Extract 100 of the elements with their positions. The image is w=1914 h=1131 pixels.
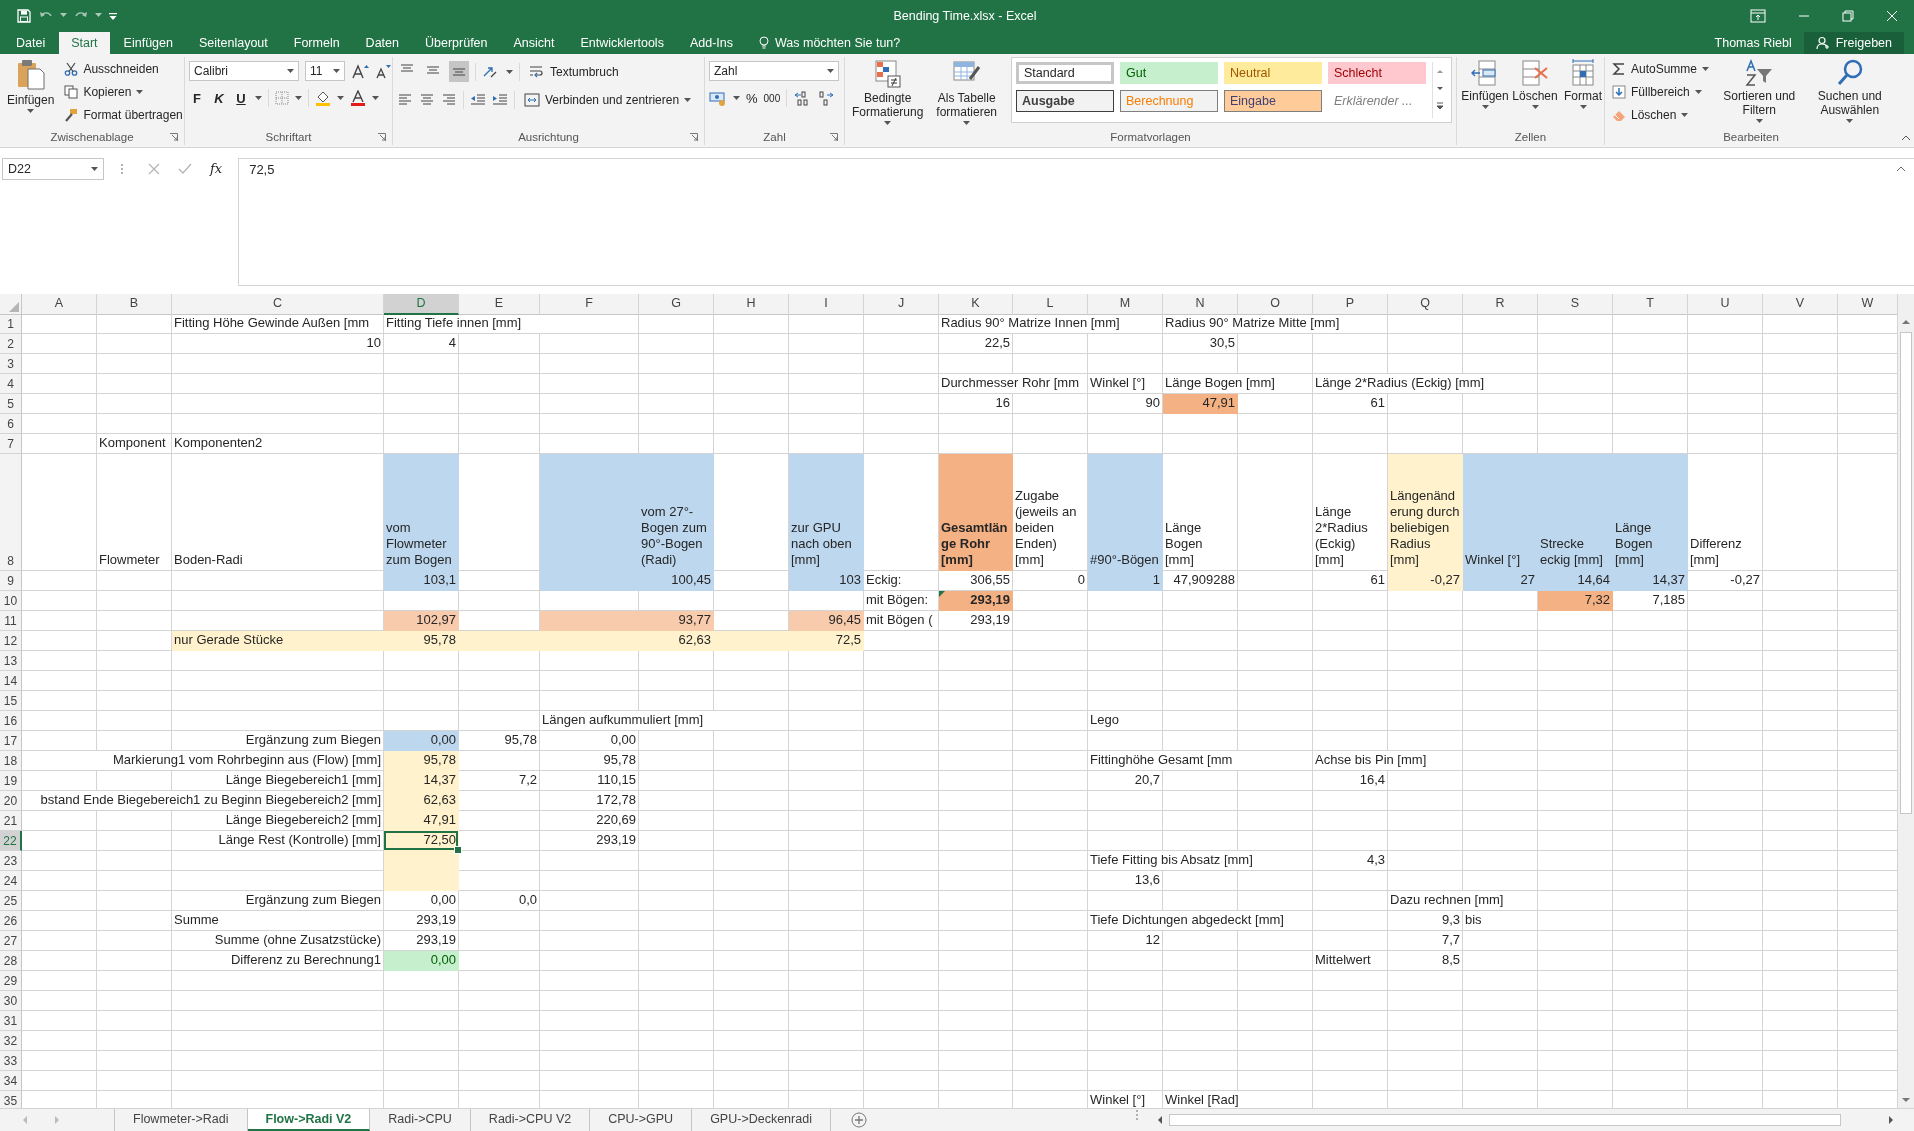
decrease-decimal-icon[interactable] — [817, 90, 836, 106]
sheet-tab[interactable]: Flowmeter->Radi — [115, 1109, 248, 1131]
ribbon-tab[interactable]: Seitenlayout — [186, 32, 280, 54]
row-header[interactable]: 16 — [0, 711, 22, 731]
column-header[interactable]: V — [1763, 294, 1838, 315]
cell[interactable]: Komponenten2 — [172, 434, 384, 454]
cell[interactable]: 7,185 — [1613, 591, 1688, 611]
cell[interactable]: 0,00 — [540, 731, 639, 751]
cell[interactable]: 293,19 — [939, 611, 1013, 631]
column-header[interactable]: F — [540, 294, 639, 315]
cell[interactable]: bis — [1463, 911, 1538, 931]
cell[interactable]: 103 — [789, 571, 864, 591]
name-box[interactable]: D22 — [2, 158, 104, 180]
column-header[interactable]: J — [864, 294, 939, 315]
copy-button[interactable]: Kopieren — [61, 82, 186, 102]
paste-button[interactable]: Einfügen — [4, 57, 58, 115]
cell[interactable]: 293,19 — [384, 911, 459, 931]
cell[interactable]: Winkel [°] — [1463, 454, 1538, 571]
row-header[interactable]: 28 — [0, 951, 22, 971]
percent-button[interactable]: % — [746, 90, 758, 106]
fill-color-icon[interactable] — [315, 90, 331, 106]
row-header[interactable]: 32 — [0, 1031, 22, 1051]
cell-style[interactable]: Gut — [1120, 62, 1218, 84]
error-indicator-icon[interactable] — [939, 591, 945, 597]
row-header[interactable]: 4 — [0, 374, 22, 394]
column-header[interactable]: W — [1838, 294, 1898, 315]
cell[interactable]: 14,37 — [384, 771, 459, 791]
row-header[interactable]: 6 — [0, 414, 22, 434]
fill-handle[interactable] — [454, 846, 462, 854]
cell[interactable]: Dazu rechnen [mm] — [1388, 891, 1538, 911]
column-header[interactable]: I — [789, 294, 864, 315]
caret-icon[interactable] — [95, 13, 102, 18]
restore-icon[interactable] — [1842, 9, 1854, 22]
cell[interactable]: Summe (ohne Zusatzstücke) — [172, 931, 384, 951]
ribbon-tab[interactable]: Daten — [353, 32, 411, 54]
cell[interactable]: Winkel [°] — [1088, 374, 1163, 394]
close-icon[interactable] — [1886, 9, 1898, 22]
cell[interactable]: 13,6 — [1088, 871, 1163, 891]
ribbon-tab[interactable]: Datei — [4, 32, 58, 54]
add-sheet-icon[interactable] — [850, 1112, 867, 1128]
cell[interactable]: 10 — [172, 334, 384, 354]
cell[interactable]: 16,4 — [1313, 771, 1388, 791]
column-header[interactable]: S — [1538, 294, 1613, 315]
user-name[interactable]: Thomas Riebl — [1714, 32, 1804, 54]
cell[interactable]: 0,00 — [384, 891, 459, 911]
row-header[interactable]: 27 — [0, 931, 22, 951]
cell[interactable]: 220,69 — [540, 811, 639, 831]
caret-icon[interactable] — [506, 69, 513, 74]
cell[interactable]: Längen aufkummuliert [mm] — [540, 711, 789, 731]
row-header[interactable]: 11 — [0, 611, 22, 631]
row-header[interactable]: 2 — [0, 334, 22, 354]
cell[interactable]: 172,78 — [540, 791, 639, 811]
row-header[interactable]: 10 — [0, 591, 22, 611]
row-header[interactable]: 1 — [0, 314, 22, 334]
align-left-icon[interactable] — [397, 93, 413, 107]
cell[interactable]: mit Bögen ( — [864, 611, 939, 631]
cell[interactable]: 102,97 — [384, 611, 459, 631]
font-size-dropdown[interactable]: 11 — [305, 61, 345, 81]
sort-filter-button[interactable]: Sortieren und Filtern — [1716, 57, 1803, 125]
row-header[interactable]: 30 — [0, 991, 22, 1011]
ribbon-tab[interactable]: Start — [59, 32, 110, 54]
cell[interactable]: Ergänzung zum Biegen — [172, 731, 384, 751]
column-header[interactable]: E — [459, 294, 540, 315]
conditional-formatting-button[interactable]: Bedingte Formatierung — [849, 57, 927, 127]
caret-icon[interactable] — [337, 96, 344, 100]
cell[interactable]: Achse bis Pin [mm] — [1313, 751, 1463, 771]
cell[interactable]: Mittelwert — [1313, 951, 1388, 971]
dialog-launcher-icon[interactable] — [830, 133, 838, 141]
cell[interactable]: vom 27°-Bogen zum 90°-Bogen (Radi) — [639, 454, 714, 571]
ribbon-tab[interactable]: Einfügen — [111, 32, 185, 54]
cell[interactable]: 0,00 — [384, 731, 459, 751]
column-header[interactable]: A — [22, 294, 97, 315]
row-header[interactable]: 18 — [0, 751, 22, 771]
dialog-launcher-icon[interactable] — [378, 133, 386, 141]
italic-button[interactable]: K — [211, 90, 227, 106]
cell[interactable]: Radius 90° Matrize Mitte [mm] — [1163, 314, 1388, 334]
format-cells-button[interactable]: Format — [1561, 57, 1605, 111]
ribbon-tab[interactable]: Formeln — [281, 32, 352, 54]
cell[interactable]: Gesamtlänge Rohr [mm] — [939, 454, 1013, 571]
cell[interactable]: 96,45 — [789, 611, 864, 631]
collapse-ribbon-icon[interactable] — [1900, 135, 1911, 141]
scrollbar-thumb[interactable] — [1169, 1114, 1842, 1126]
column-header[interactable]: O — [1238, 294, 1313, 315]
cell[interactable]: 100,45 — [639, 571, 714, 591]
cell[interactable]: Komponent — [97, 434, 172, 454]
align-right-icon[interactable] — [441, 93, 457, 107]
cell[interactable]: Differenz zu Berechnung1 — [172, 951, 384, 971]
column-header[interactable]: B — [97, 294, 172, 315]
format-as-table-button[interactable]: Als Tabelle formatieren — [930, 57, 1003, 127]
sheet-tab[interactable]: CPU->GPU — [590, 1109, 693, 1131]
column-header[interactable]: M — [1088, 294, 1163, 315]
ribbon-tab[interactable]: Entwicklertools — [568, 32, 676, 54]
font-family-dropdown[interactable]: Calibri — [189, 61, 299, 81]
cell[interactable]: Durchmesser Rohr [mm — [939, 374, 1088, 394]
row-header[interactable]: 34 — [0, 1071, 22, 1091]
delete-cells-button[interactable]: Löschen — [1511, 57, 1559, 111]
font-color-icon[interactable] — [350, 90, 366, 106]
cell[interactable]: -0,27 — [1388, 571, 1463, 591]
row-header[interactable]: 19 — [0, 771, 22, 791]
thousands-separator-button[interactable]: 000 — [763, 92, 781, 104]
